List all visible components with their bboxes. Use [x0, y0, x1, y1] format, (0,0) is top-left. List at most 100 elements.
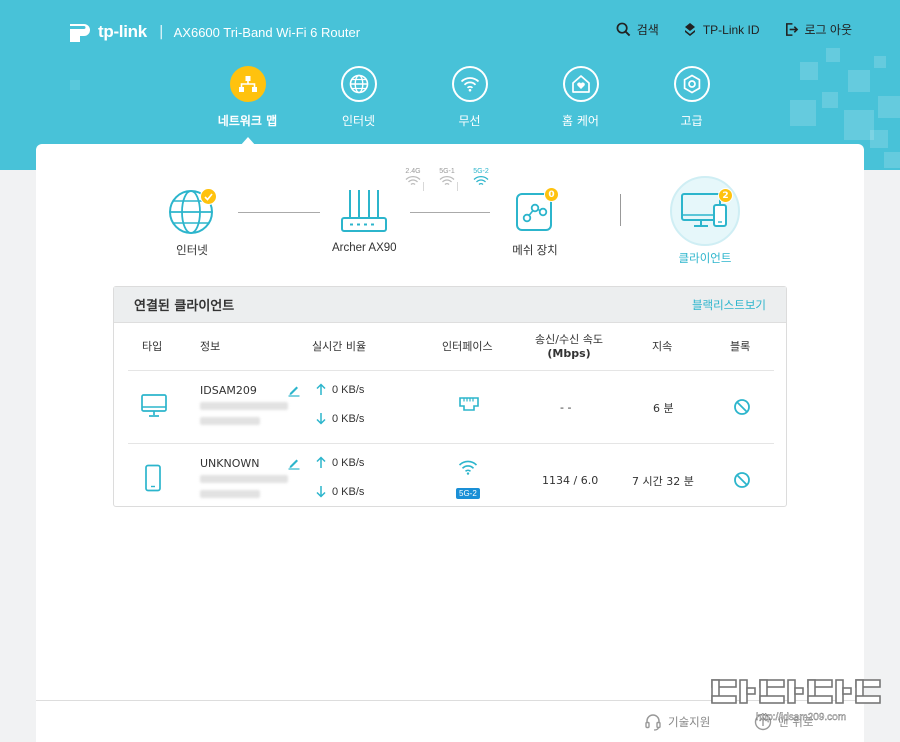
- wifi-2g-icon: [405, 175, 421, 186]
- search-icon: [616, 22, 630, 37]
- client-rate: 1134 / 6.0: [542, 474, 599, 487]
- nav-advanced[interactable]: 고급: [636, 66, 747, 144]
- redacted-ip: [200, 417, 260, 425]
- col-interface: 인터페이스: [442, 340, 493, 353]
- clients-count-badge: 2: [718, 188, 733, 203]
- panel-header: 연결된 클라이언트 블랙리스트보기: [114, 287, 786, 323]
- client-row: IDSAM209 0 KB/s 0 KB/s - - 6 분: [128, 370, 774, 442]
- band-indicators: 2.4G 5G-1 5G-2: [396, 168, 498, 187]
- logout-link[interactable]: 로그 아웃: [784, 21, 853, 38]
- topology-internet[interactable]: 인터넷: [167, 186, 217, 258]
- block-icon[interactable]: [733, 471, 751, 489]
- block-icon[interactable]: [733, 398, 751, 416]
- support-label: 기술지원: [668, 715, 711, 729]
- nav-internet[interactable]: 인터넷: [303, 66, 414, 144]
- decor-block: [884, 152, 900, 168]
- band-separator: |: [422, 182, 426, 192]
- nav-advanced-button[interactable]: [673, 66, 710, 102]
- col-block: 블록: [730, 340, 751, 353]
- redacted-ip: [200, 490, 260, 498]
- brand-logo[interactable]: tp-link | AX6600 Tri-Band Wi-Fi 6 Router: [66, 18, 360, 46]
- support-link[interactable]: 기술지원: [644, 713, 710, 731]
- watermark-url: http://idsam209.com: [756, 712, 847, 723]
- headset-icon: [645, 714, 661, 731]
- tplink-id-label: TP-Link ID: [702, 22, 760, 37]
- nav-internet-button[interactable]: [340, 66, 377, 102]
- band-separator: |: [456, 182, 460, 192]
- nav-network-map[interactable]: 네트워크 맵: [192, 66, 303, 146]
- top-links: 검색 TP-Link ID 로그 아웃: [616, 21, 852, 38]
- top-bar: tp-link | AX6600 Tri-Band Wi-Fi 6 Router…: [0, 0, 900, 64]
- redacted-mac: [200, 475, 288, 483]
- edit-pencil-icon[interactable]: [287, 456, 301, 470]
- edit-pencil-icon[interactable]: [287, 383, 301, 397]
- col-info: 정보: [200, 340, 221, 353]
- wifi-icon: [460, 77, 479, 92]
- topology-internet-label: 인터넷: [176, 245, 208, 257]
- router-icon: [341, 190, 388, 232]
- tplink-id-link[interactable]: TP-Link ID: [683, 21, 760, 38]
- wifi-interface-icon: [458, 460, 478, 475]
- upload-speed-value: 0 KB/s: [332, 383, 365, 396]
- search-link[interactable]: 검색: [616, 21, 659, 38]
- download-speed-value: 0 KB/s: [332, 412, 365, 425]
- wifi-5g2-icon: [473, 175, 489, 186]
- nav-home-care[interactable]: 홈 케어: [525, 66, 636, 144]
- watermark: http://idsam209.com: [710, 676, 890, 732]
- panel-title: 연결된 클라이언트: [134, 299, 235, 314]
- client-name: UNKNOWN: [200, 457, 260, 470]
- nav-wireless[interactable]: 무선: [414, 66, 525, 144]
- watermark-logo: [711, 679, 881, 704]
- brand-separator: |: [158, 24, 164, 40]
- network-map-icon: [238, 76, 257, 92]
- nav-home-care-label: 홈 케어: [562, 114, 599, 128]
- arrow-up-icon: [316, 383, 326, 395]
- upload-speed: 0 KB/s: [316, 456, 364, 469]
- router-mesh-link: [410, 212, 490, 213]
- topology-mesh[interactable]: 0 메쉬 장치: [512, 187, 559, 258]
- col-rate-line1: 송신/수신 속도: [535, 333, 603, 346]
- view-blacklist-link[interactable]: 블랙리스트보기: [692, 297, 766, 313]
- topology-router-label: Archer AX90: [332, 242, 397, 254]
- topology-clients-label: 클라이언트: [678, 253, 732, 265]
- network-map-card: 인터넷 Archer AX90 2.4G 5G-1 5G-2 | | 0 메쉬 …: [36, 144, 864, 742]
- client-row: UNKNOWN 0 KB/s 0 KB/s 5G-2 1134 / 6.0 7 …: [128, 443, 774, 505]
- logout-icon: [785, 23, 798, 36]
- download-speed-value: 0 KB/s: [332, 485, 365, 498]
- home-care-icon: [571, 75, 590, 93]
- logout-label: 로그 아웃: [804, 23, 853, 37]
- arrow-down-icon: [316, 486, 326, 498]
- gear-icon: [683, 74, 700, 94]
- topology-clients[interactable]: 2 클라이언트: [670, 176, 740, 266]
- decor-block: [870, 130, 888, 148]
- col-type: 타입: [142, 340, 163, 353]
- router-model: AX6600 Tri-Band Wi-Fi 6 Router: [173, 24, 361, 40]
- decor-block: [848, 70, 870, 92]
- ethernet-port-icon: [459, 397, 479, 411]
- nav-wireless-button[interactable]: [451, 66, 488, 102]
- interface-band-tag: 5G-2: [456, 488, 480, 499]
- upload-speed: 0 KB/s: [316, 383, 364, 396]
- download-speed: 0 KB/s: [316, 412, 364, 425]
- decor-block: [790, 100, 816, 126]
- nav-network-map-label: 네트워크 맵: [217, 114, 278, 128]
- col-duration: 지속: [652, 340, 673, 353]
- mobile-phone-icon: [145, 464, 161, 492]
- globe-icon: [349, 74, 368, 94]
- upload-speed-value: 0 KB/s: [332, 456, 365, 469]
- internet-router-link: [238, 212, 320, 213]
- main-nav: 네트워크 맵 인터넷 무선 홈 케어 고급: [192, 66, 747, 146]
- topology-router[interactable]: Archer AX90: [332, 188, 397, 254]
- nav-home-care-button[interactable]: [562, 66, 599, 102]
- client-duration: 7 시간 32 분: [632, 475, 694, 488]
- redacted-mac: [200, 402, 288, 410]
- mesh-count-badge: 0: [544, 187, 559, 202]
- nav-network-map-button[interactable]: [229, 66, 266, 102]
- col-rate: 송신/수신 속도 (Mbps): [526, 333, 612, 361]
- decor-block: [800, 62, 818, 80]
- decor-block: [70, 80, 80, 90]
- decor-block: [822, 92, 838, 108]
- tplink-logo-icon: [70, 24, 90, 42]
- arrow-up-icon: [316, 456, 326, 468]
- search-link-label: 검색: [636, 23, 659, 37]
